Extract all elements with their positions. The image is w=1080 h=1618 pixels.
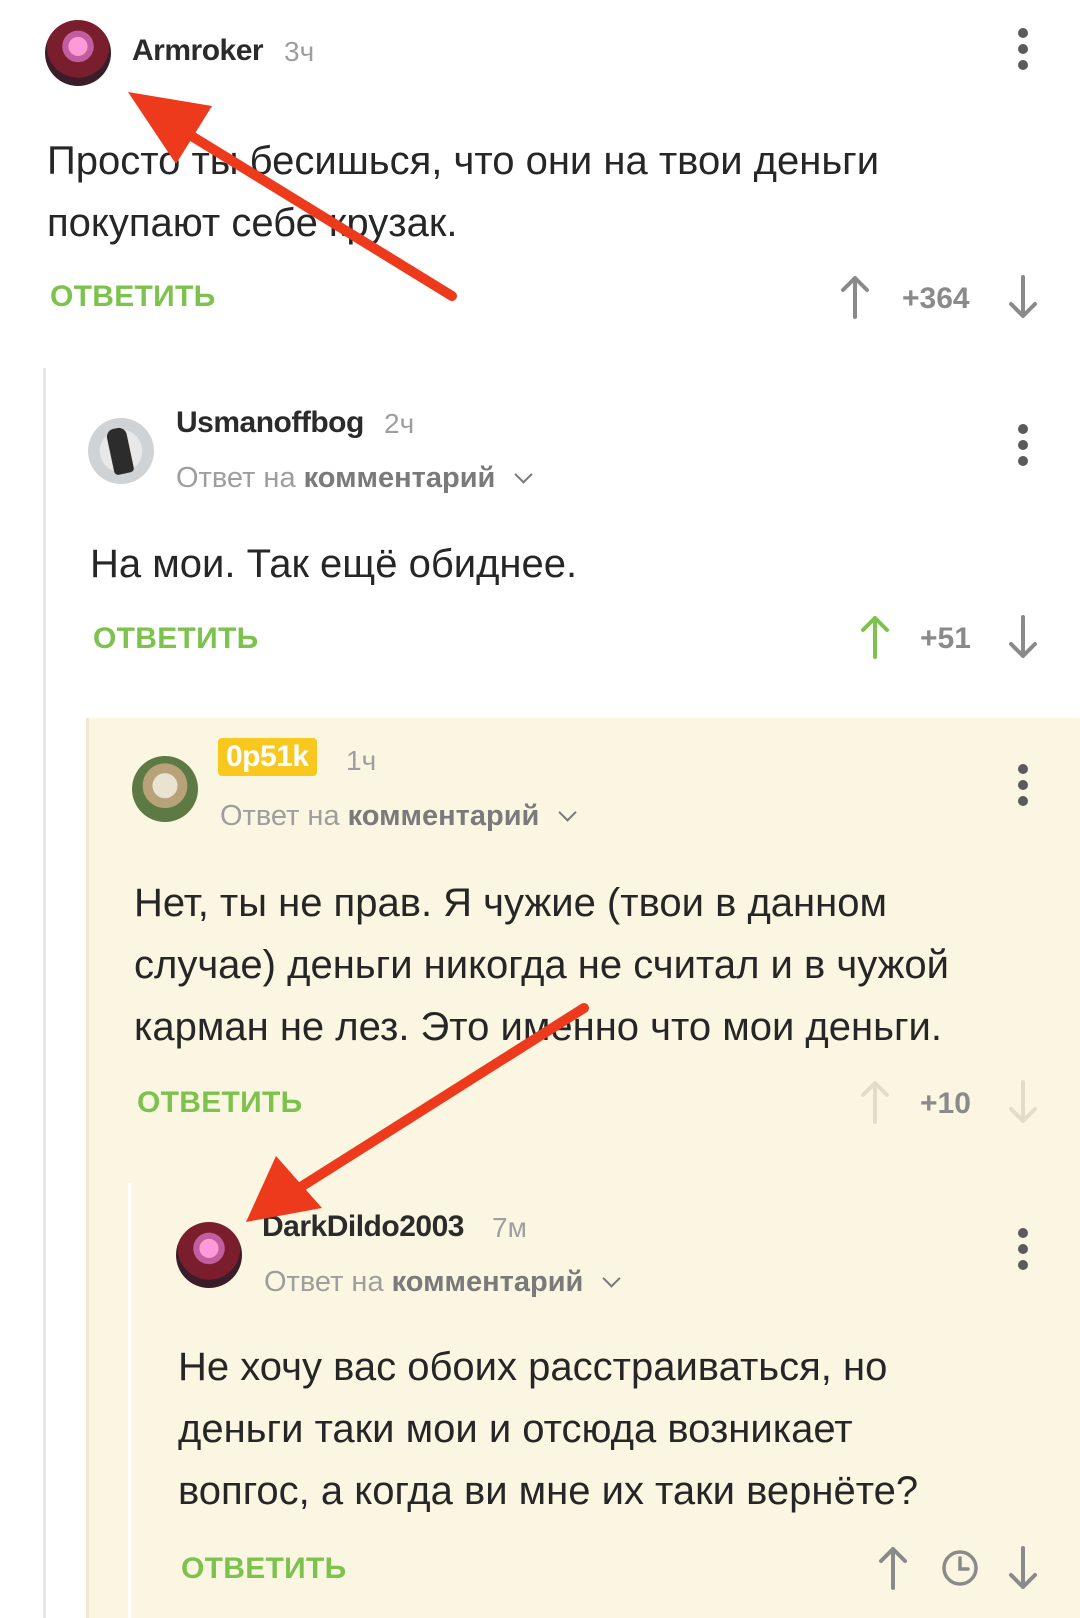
rating-score: +10 [920,1087,971,1120]
reply-to-target[interactable]: комментарий [304,462,496,494]
downvote-icon[interactable] [1008,1546,1038,1590]
comment-text-line: покупают себе крузак. [47,201,458,245]
thread-line-level-2 [86,718,89,1618]
reply-to-target[interactable]: комментарий [392,1266,584,1298]
clock-icon [940,1546,980,1590]
username[interactable]: 0p51k [218,738,317,776]
comment-text-line: Просто ты бесишься, что они на твои день… [47,139,880,183]
upvote-icon[interactable] [860,1080,890,1124]
downvote-icon[interactable] [1008,275,1038,319]
chevron-down-icon[interactable] [602,1269,622,1288]
more-options-icon[interactable] [1016,424,1030,468]
comment-text-line: На мои. Так ещё обиднее. [90,542,578,586]
comment-time: 7м [492,1212,527,1243]
comment-text-line: случае) деньги никогда не считал и в чуж… [134,943,949,987]
reply-to-target[interactable]: комментарий [348,800,540,832]
more-options-icon[interactable] [1016,1228,1030,1272]
username[interactable]: Usmanoffbog [176,406,364,440]
comment-text: Не хочу вас обоих расстраиваться, но ден… [178,1336,1058,1522]
upvote-icon[interactable] [878,1546,908,1590]
more-options-icon[interactable] [1016,764,1030,808]
reply-button[interactable]: ОТВЕТИТЬ [181,1552,347,1586]
comment-text-line: вопгос, а когда ви мне их таки вернёте? [178,1469,919,1513]
comment-text: Просто ты бесишься, что они на твои день… [47,130,1047,254]
thread-line-level-1 [43,368,46,1618]
username[interactable]: DarkDildo2003 [262,1210,464,1244]
reply-button[interactable]: ОТВЕТИТЬ [137,1086,303,1120]
chevron-down-icon[interactable] [514,465,534,484]
reply-to-link[interactable]: Ответ на комментарий [176,462,534,495]
comment-text: Нет, ты не прав. Я чужие (твои в данном … [134,872,1064,1058]
more-options-icon[interactable] [1016,28,1030,72]
avatar[interactable] [176,1222,242,1288]
reply-to-link[interactable]: Ответ на комментарий [264,1266,622,1299]
upvote-icon[interactable] [840,275,870,319]
username[interactable]: Armroker [132,34,264,68]
avatar[interactable] [132,756,198,822]
comment-time: 3ч [284,36,315,67]
rating-score: +364 [902,282,970,315]
reply-button[interactable]: ОТВЕТИТЬ [93,622,259,656]
thread-line-level-3 [128,1183,131,1618]
downvote-icon[interactable] [1008,1080,1038,1124]
upvote-icon[interactable] [860,615,890,659]
chevron-down-icon[interactable] [558,803,578,822]
comment-time: 1ч [346,745,377,776]
reply-to-prefix: Ответ на [176,462,296,494]
reply-to-prefix: Ответ на [264,1266,384,1298]
comment-text-line: карман не лез. Это именно что мои деньги… [134,1005,942,1049]
rating-score: +51 [920,622,971,655]
downvote-icon[interactable] [1008,615,1038,659]
comment-text-line: Не хочу вас обоих расстраиваться, но [178,1345,888,1389]
avatar[interactable] [45,20,111,86]
avatar[interactable] [88,418,154,484]
reply-to-link[interactable]: Ответ на комментарий [220,800,578,833]
reply-to-prefix: Ответ на [220,800,340,832]
comment-text: На мои. Так ещё обиднее. [90,533,1050,595]
reply-button[interactable]: ОТВЕТИТЬ [50,280,216,314]
comment-text-line: Нет, ты не прав. Я чужие (твои в данном [134,881,887,925]
comment-time: 2ч [384,408,415,439]
comment-text-line: деньги таки мои и отсюда возникает [178,1407,853,1451]
